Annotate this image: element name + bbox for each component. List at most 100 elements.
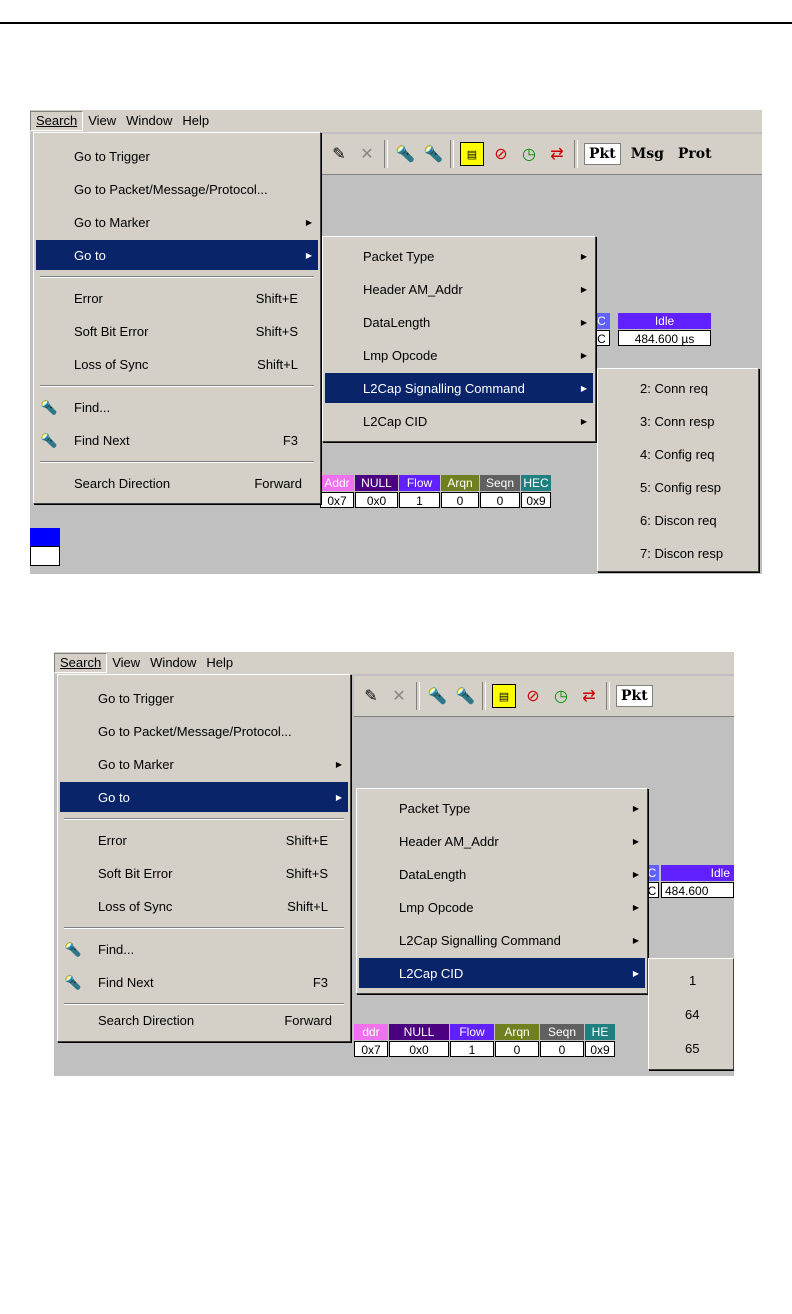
menu-item-error[interactable]: Error Shift+E <box>36 283 318 313</box>
menu-item-header-am-addr[interactable]: Header AM_Addr ▶ <box>325 274 593 304</box>
error-icon[interactable]: ⊘ <box>490 143 512 165</box>
menu-item-go-to[interactable]: Go to ▶ <box>60 782 348 812</box>
flashlight-icon: 🔦 <box>64 940 82 957</box>
menu-item-config-resp[interactable]: 5: Config resp <box>600 472 756 502</box>
flashlight-icon[interactable]: 🔦 <box>394 143 416 165</box>
header-cell-flow: Flow <box>450 1024 494 1040</box>
menu-item-go-to-marker[interactable]: Go to Marker ▶ <box>36 207 318 237</box>
search-menu: Go to Trigger Go to Packet/Message/Proto… <box>33 132 321 504</box>
menu-help[interactable]: Help <box>201 654 238 672</box>
swap-icon[interactable]: ⇄ <box>578 685 600 707</box>
menu-item-cid-65[interactable]: 65 <box>651 1033 731 1063</box>
menu-item-go-to[interactable]: Go to ▶ <box>36 240 318 270</box>
pkt-button[interactable]: Pkt <box>584 143 621 165</box>
signalling-submenu: 2: Conn req 3: Conn resp 4: Config req 5… <box>597 368 759 572</box>
header-cell-flow: Flow <box>399 475 440 491</box>
menu-item-discon-resp[interactable]: 7: Discon resp <box>600 538 756 568</box>
clock-icon[interactable]: ◷ <box>518 143 540 165</box>
menu-item-find[interactable]: 🔦 Find... <box>60 934 348 964</box>
menu-item-lmp-opcode[interactable]: Lmp Opcode ▶ <box>325 340 593 370</box>
menu-item-find-next[interactable]: 🔦 Find Next F3 <box>60 967 348 997</box>
cross-icon[interactable]: ✕ <box>356 143 378 165</box>
submenu-arrow-icon: ▶ <box>632 836 639 846</box>
menu-separator <box>64 818 344 820</box>
header-cell-null: NULL <box>389 1024 449 1040</box>
blue-block <box>30 528 60 546</box>
swap-icon[interactable]: ⇄ <box>546 143 568 165</box>
submenu-arrow-icon: ▶ <box>632 803 639 813</box>
menu-item-discon-req[interactable]: 6: Discon req <box>600 505 756 535</box>
flashlight-next-icon[interactable]: 🔦 <box>422 143 444 165</box>
menu-item-header-am-addr[interactable]: Header AM_Addr ▶ <box>359 826 645 856</box>
clock-icon[interactable]: ◷ <box>550 685 572 707</box>
header-cell-addr: ddr <box>354 1024 388 1040</box>
pen-icon[interactable]: ✎ <box>328 143 350 165</box>
header-cell-hec: HEC <box>521 475 551 491</box>
submenu-arrow-icon: ▶ <box>335 759 342 769</box>
menu-view[interactable]: View <box>83 112 121 130</box>
menu-item-l2cap-cid[interactable]: L2Cap CID ▶ <box>359 958 645 988</box>
menu-item-soft-bit-error[interactable]: Soft Bit Error Shift+S <box>60 858 348 888</box>
menu-item-datalength[interactable]: DataLength ▶ <box>325 307 593 337</box>
menu-window[interactable]: Window <box>121 112 177 130</box>
value-cell: 1 <box>450 1041 494 1057</box>
menu-item-l2cap-signalling[interactable]: L2Cap Signalling Command ▶ <box>325 373 593 403</box>
report-icon[interactable]: ▤ <box>460 142 484 166</box>
submenu-arrow-icon: ▶ <box>632 869 639 879</box>
menu-item-loss-of-sync[interactable]: Loss of Sync Shift+L <box>36 349 318 379</box>
menu-item-datalength[interactable]: DataLength ▶ <box>359 859 645 889</box>
menu-item-packet-type[interactable]: Packet Type ▶ <box>359 793 645 823</box>
flashlight-next-icon[interactable]: 🔦 <box>454 685 476 707</box>
menu-item-find-next[interactable]: 🔦 Find Next F3 <box>36 425 318 455</box>
menu-window[interactable]: Window <box>145 654 201 672</box>
menu-item-error[interactable]: Error Shift+E <box>60 825 348 855</box>
menu-item-soft-bit-error[interactable]: Soft Bit Error Shift+S <box>36 316 318 346</box>
toolbar: ✎ ✕ 🔦 🔦 ▤ ⊘ ◷ ⇄ Pkt Msg Prot <box>322 134 762 175</box>
error-icon[interactable]: ⊘ <box>522 685 544 707</box>
toolbar-separator <box>482 682 486 710</box>
menu-item-go-to-marker[interactable]: Go to Marker ▶ <box>60 749 348 779</box>
prot-button[interactable]: Prot <box>674 144 716 164</box>
menu-item-find[interactable]: 🔦 Find... <box>36 392 318 422</box>
menu-help[interactable]: Help <box>177 112 214 130</box>
search-menu: Go to Trigger Go to Packet/Message/Proto… <box>57 674 351 1042</box>
menu-item-go-to-packet[interactable]: Go to Packet/Message/Protocol... <box>60 716 348 746</box>
toolbar-separator <box>450 140 454 168</box>
menu-view[interactable]: View <box>107 654 145 672</box>
menu-item-go-to-packet[interactable]: Go to Packet/Message/Protocol... <box>36 174 318 204</box>
menu-item-search-direction[interactable]: Search Direction Forward <box>36 468 318 498</box>
goto-submenu: Packet Type ▶ Header AM_Addr ▶ DataLength ▶… <box>322 236 596 442</box>
menu-search[interactable]: Search <box>54 653 108 673</box>
pkt-button[interactable]: Pkt <box>616 685 653 707</box>
value-cell: 0x9 <box>585 1041 615 1057</box>
menu-item-config-req[interactable]: 4: Config req <box>600 439 756 469</box>
report-icon[interactable]: ▤ <box>492 684 516 708</box>
header-cell-arqn: Arqn <box>441 475 479 491</box>
menu-bar: Search View Window Help <box>54 652 734 674</box>
menu-item-go-to-trigger[interactable]: Go to Trigger <box>36 141 318 171</box>
menu-search[interactable]: Search <box>30 111 84 131</box>
screenshot-2: Search View Window Help ✎ ✕ 🔦 🔦 ▤ ⊘ ◷ ⇄ … <box>54 652 734 1076</box>
header-cell-seqn: Seqn <box>480 475 520 491</box>
msg-button[interactable]: Msg <box>627 144 668 164</box>
pen-icon[interactable]: ✎ <box>360 685 382 707</box>
menu-item-conn-req[interactable]: 2: Conn req <box>600 373 756 403</box>
header-cell-null: NULL <box>355 475 398 491</box>
flashlight-icon[interactable]: 🔦 <box>426 685 448 707</box>
menu-item-l2cap-signalling[interactable]: L2Cap Signalling Command ▶ <box>359 925 645 955</box>
menu-item-packet-type[interactable]: Packet Type ▶ <box>325 241 593 271</box>
menu-item-lmp-opcode[interactable]: Lmp Opcode ▶ <box>359 892 645 922</box>
idle-cell: Idle <box>661 865 734 881</box>
menu-item-l2cap-cid[interactable]: L2Cap CID ▶ <box>325 406 593 436</box>
submenu-arrow-icon: ▶ <box>580 350 587 360</box>
menu-item-cid-64[interactable]: 64 <box>651 999 731 1029</box>
cross-icon[interactable]: ✕ <box>388 685 410 707</box>
menu-item-go-to-trigger[interactable]: Go to Trigger <box>60 683 348 713</box>
submenu-arrow-icon: ▶ <box>580 416 587 426</box>
menu-item-cid-1[interactable]: 1 <box>651 965 731 995</box>
flashlight-icon: 🔦 <box>40 398 58 415</box>
menu-item-conn-resp[interactable]: 3: Conn resp <box>600 406 756 436</box>
menu-item-loss-of-sync[interactable]: Loss of Sync Shift+L <box>60 891 348 921</box>
menu-item-search-direction[interactable]: Search Direction Forward <box>60 1005 348 1035</box>
idle-value: 484.600 µs <box>618 330 711 346</box>
